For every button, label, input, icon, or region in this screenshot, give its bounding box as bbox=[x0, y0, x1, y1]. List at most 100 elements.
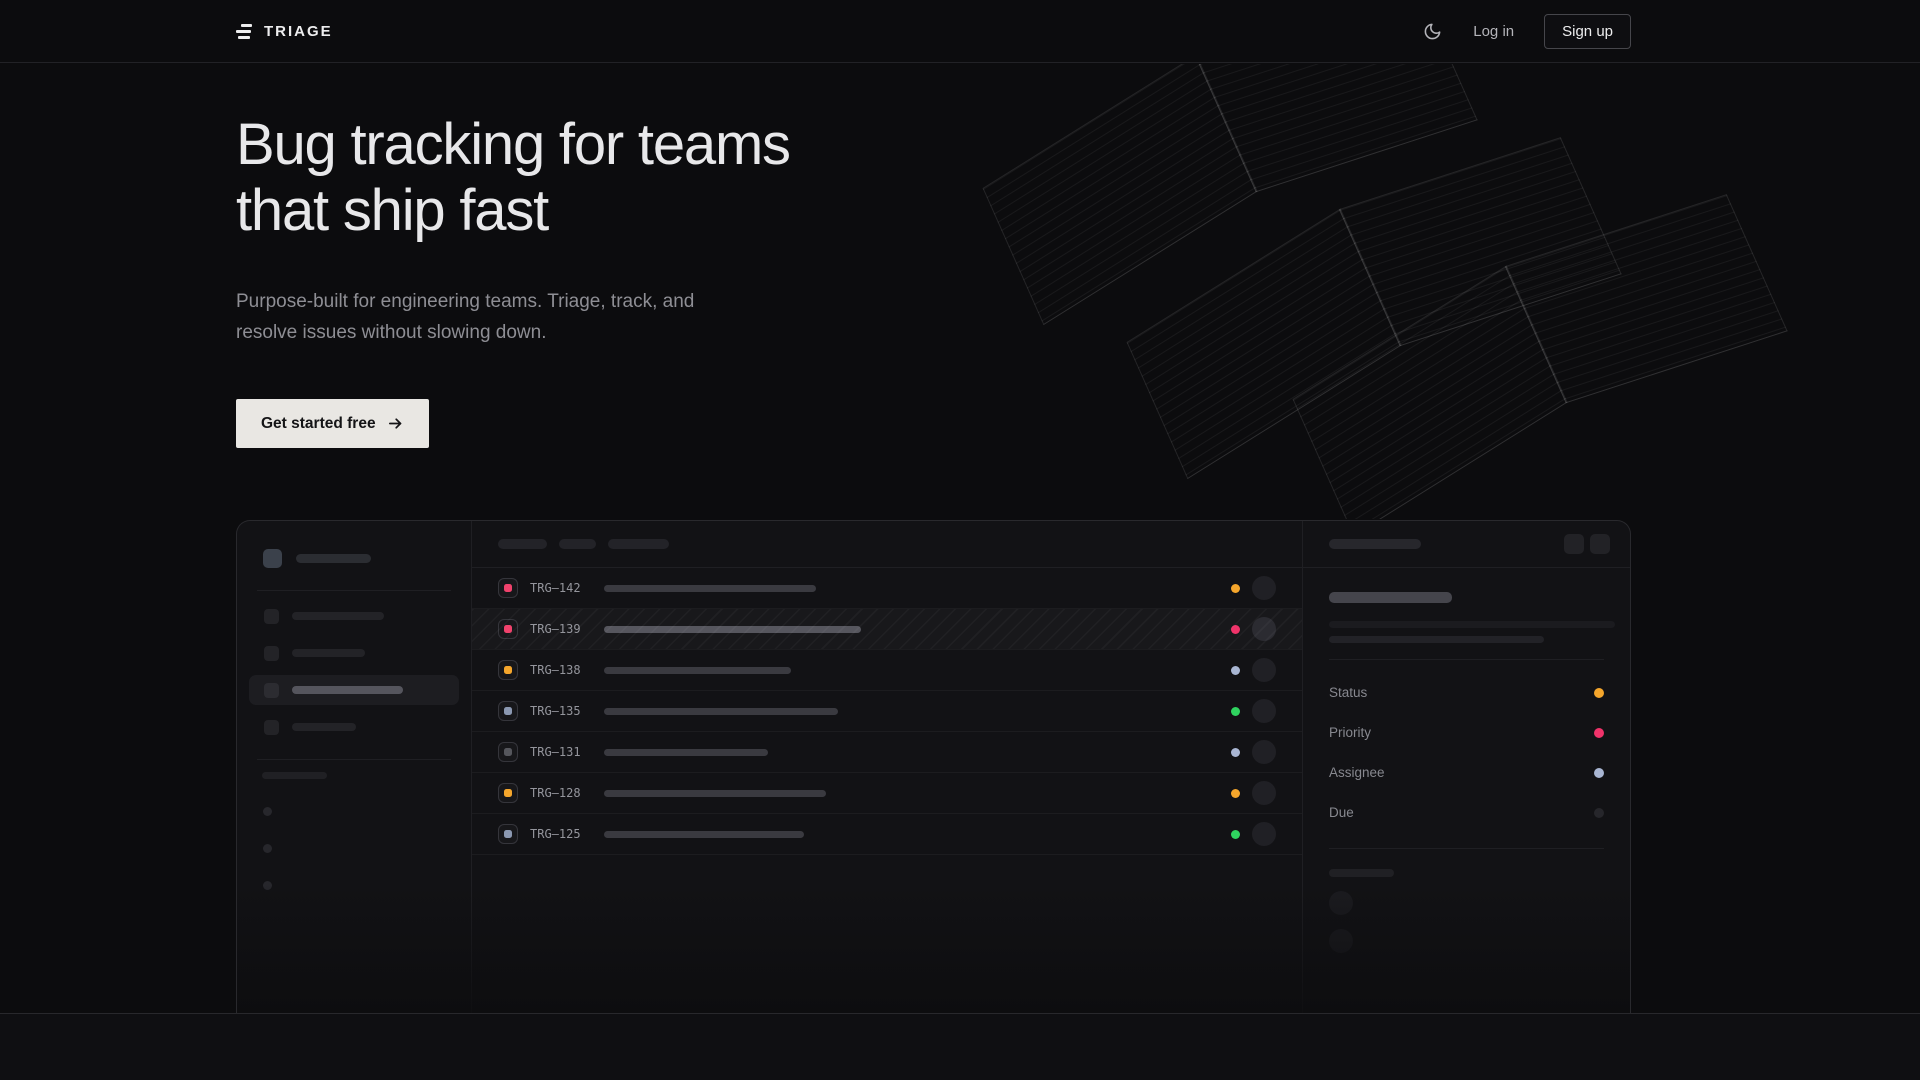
filter-tab-placeholder bbox=[498, 539, 547, 549]
property-value-dot bbox=[1594, 768, 1604, 778]
issue-title-placeholder bbox=[604, 626, 861, 633]
issue-id: TRG–139 bbox=[530, 622, 594, 636]
issue-row: TRG–135 bbox=[472, 691, 1302, 732]
issue-row: TRG–139 bbox=[472, 609, 1302, 650]
issue-row: TRG–142 bbox=[472, 568, 1302, 609]
status-dot bbox=[1231, 584, 1240, 593]
detail-header-placeholder bbox=[1329, 539, 1421, 549]
hero-title: Bug tracking for teams that ship fast bbox=[236, 112, 790, 244]
assignee-avatar bbox=[1252, 822, 1276, 846]
assignee-avatar bbox=[1252, 740, 1276, 764]
brand-name: TRIAGE bbox=[264, 23, 333, 40]
mockup-sidebar-nav bbox=[237, 591, 471, 759]
divider bbox=[257, 759, 451, 760]
get-started-button[interactable]: Get started free bbox=[236, 399, 429, 448]
sidebar-nav-item bbox=[249, 601, 459, 631]
property-row: Priority bbox=[1303, 725, 1630, 740]
status-dot bbox=[1231, 748, 1240, 757]
footer-band bbox=[0, 1013, 1920, 1080]
landing-page: TRIAGE Log in Sign up Bug trac bbox=[0, 0, 1920, 1080]
property-label: Priority bbox=[1329, 725, 1371, 740]
workspace-avatar bbox=[263, 549, 282, 568]
assignee-avatar bbox=[1252, 617, 1276, 641]
property-label: Due bbox=[1329, 805, 1354, 820]
status-dot bbox=[1231, 625, 1240, 634]
mockup-workspace-row bbox=[237, 521, 471, 568]
activity-avatar-placeholder bbox=[1329, 929, 1353, 953]
sidebar-dot bbox=[263, 844, 272, 853]
property-row: Assignee bbox=[1303, 765, 1630, 780]
property-value-dot bbox=[1594, 688, 1604, 698]
brand-logo[interactable]: TRIAGE bbox=[236, 23, 333, 40]
section-label-placeholder bbox=[1329, 869, 1394, 877]
property-value-dot bbox=[1594, 808, 1604, 818]
assignee-avatar bbox=[1252, 699, 1276, 723]
signup-button[interactable]: Sign up bbox=[1544, 14, 1631, 49]
nav-item-icon bbox=[264, 683, 279, 698]
hero-subtitle-line-2: resolve issues without slowing down. bbox=[236, 317, 694, 348]
property-label: Assignee bbox=[1329, 765, 1385, 780]
assignee-avatar bbox=[1252, 781, 1276, 805]
issue-row: TRG–131 bbox=[472, 732, 1302, 773]
issue-type-icon bbox=[498, 578, 518, 598]
nav-item-label-placeholder bbox=[292, 723, 356, 731]
detail-description-placeholder bbox=[1329, 621, 1615, 628]
arrow-right-icon bbox=[387, 415, 404, 432]
mockup-sidebar bbox=[237, 521, 472, 1014]
hero-subtitle: Purpose-built for engineering teams. Tri… bbox=[236, 286, 694, 348]
property-value-dot bbox=[1594, 728, 1604, 738]
issue-list-header bbox=[472, 521, 1302, 568]
sidebar-nav-item-active bbox=[249, 675, 459, 705]
issue-row: TRG–125 bbox=[472, 814, 1302, 855]
triage-logo-icon bbox=[236, 24, 252, 40]
issue-type-icon bbox=[498, 701, 518, 721]
workspace-name-placeholder bbox=[296, 554, 371, 563]
moon-icon bbox=[1423, 22, 1442, 41]
status-dot bbox=[1231, 707, 1240, 716]
issue-type-icon bbox=[498, 824, 518, 844]
nav-item-icon bbox=[264, 646, 279, 661]
filter-tab-placeholder bbox=[608, 539, 669, 549]
top-navbar: TRIAGE Log in Sign up bbox=[0, 0, 1920, 63]
assignee-avatar bbox=[1252, 576, 1276, 600]
detail-action-button-placeholder bbox=[1590, 534, 1610, 554]
divider bbox=[1329, 848, 1604, 849]
issue-id: TRG–125 bbox=[530, 827, 594, 841]
property-row: Status bbox=[1303, 685, 1630, 700]
status-dot bbox=[1231, 666, 1240, 675]
issue-id: TRG–135 bbox=[530, 704, 594, 718]
issue-type-icon bbox=[498, 660, 518, 680]
issue-title-placeholder bbox=[604, 831, 804, 838]
hero-title-line-1: Bug tracking for teams bbox=[236, 112, 790, 178]
nav-item-icon bbox=[264, 720, 279, 735]
issue-id: TRG–128 bbox=[530, 786, 594, 800]
get-started-label: Get started free bbox=[261, 415, 376, 433]
nav-item-label-placeholder bbox=[292, 649, 365, 657]
hero-title-line-2: that ship fast bbox=[236, 178, 790, 244]
sidebar-dot bbox=[263, 881, 272, 890]
assignee-avatar bbox=[1252, 658, 1276, 682]
section-label-placeholder bbox=[262, 772, 327, 779]
detail-action-button-placeholder bbox=[1564, 534, 1584, 554]
nav-actions: Log in Sign up bbox=[1421, 14, 1631, 49]
nav-item-icon bbox=[264, 609, 279, 624]
sidebar-nav-item bbox=[249, 712, 459, 742]
filter-tab-placeholder bbox=[559, 539, 596, 549]
issue-id: TRG–131 bbox=[530, 745, 594, 759]
activity-avatar-placeholder bbox=[1329, 891, 1353, 915]
hero-subtitle-line-1: Purpose-built for engineering teams. Tri… bbox=[236, 286, 694, 317]
theme-toggle[interactable] bbox=[1421, 21, 1443, 43]
issue-title-placeholder bbox=[604, 749, 768, 756]
issue-type-icon bbox=[498, 783, 518, 803]
nav-item-label-placeholder bbox=[292, 686, 403, 694]
issue-title-placeholder bbox=[604, 585, 816, 592]
detail-title-placeholder bbox=[1329, 592, 1452, 603]
status-dot bbox=[1231, 830, 1240, 839]
issue-title-placeholder bbox=[604, 667, 791, 674]
property-label: Status bbox=[1329, 685, 1367, 700]
issue-id: TRG–142 bbox=[530, 581, 594, 595]
issue-row: TRG–138 bbox=[472, 650, 1302, 691]
issue-row: TRG–128 bbox=[472, 773, 1302, 814]
nav-item-label-placeholder bbox=[292, 612, 384, 620]
login-link[interactable]: Log in bbox=[1473, 23, 1514, 40]
